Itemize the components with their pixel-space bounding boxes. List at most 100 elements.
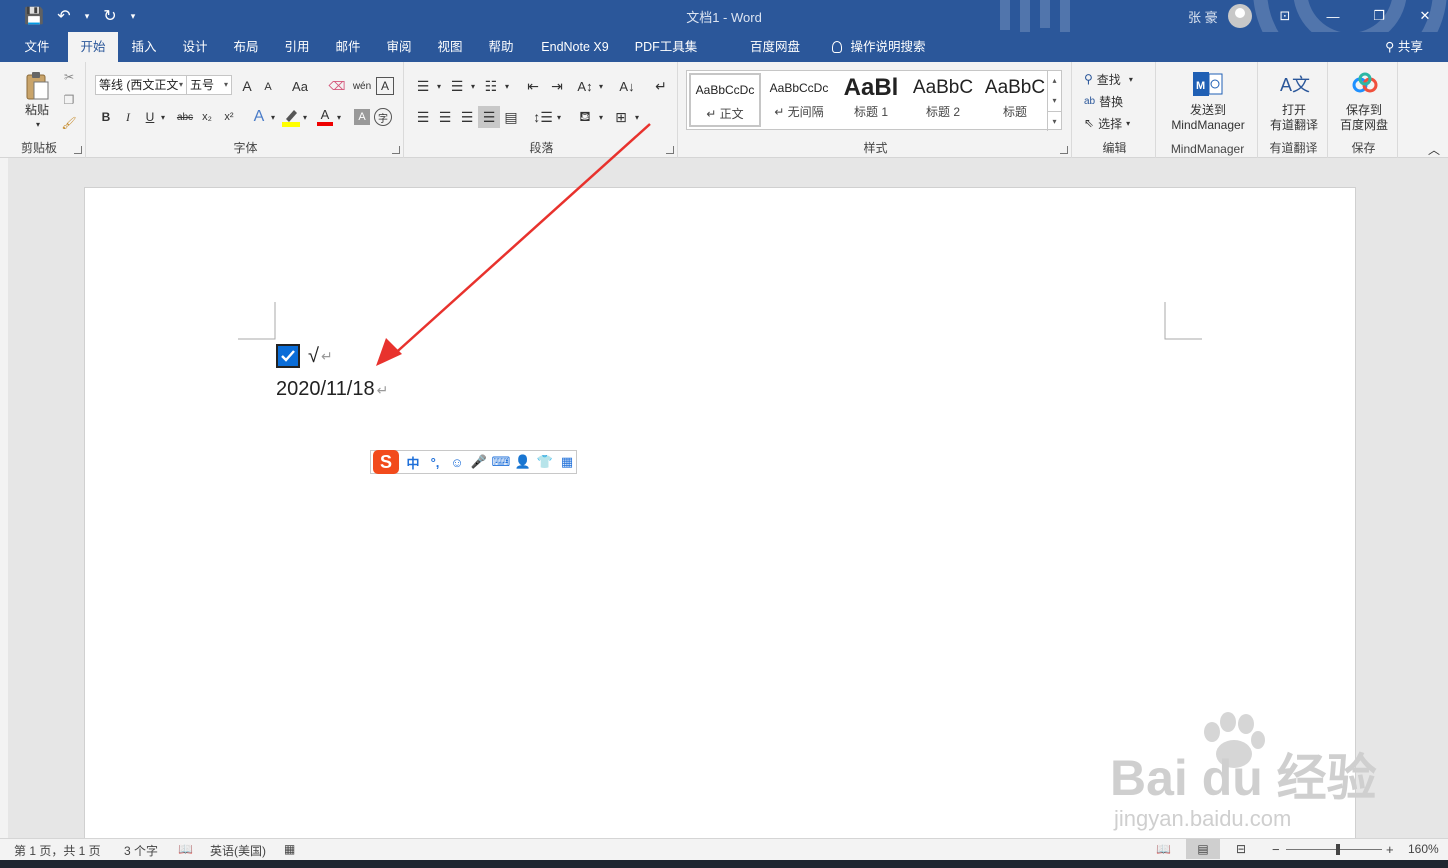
tab-pdf-tools[interactable]: PDF工具集: [630, 32, 702, 62]
ime-chinese-mode[interactable]: 中: [405, 453, 421, 472]
web-layout-icon[interactable]: ⊟: [1236, 842, 1246, 856]
style-normal[interactable]: AaBbCcDc ↵ 正文: [689, 73, 761, 127]
collapse-ribbon-icon[interactable]: ︿: [1426, 142, 1442, 157]
highlight-color-icon[interactable]: [282, 106, 300, 128]
bold-button[interactable]: B: [98, 107, 114, 127]
ime-keyboard-icon[interactable]: ⌨: [492, 454, 511, 470]
mindmanager-icon[interactable]: M: [1192, 70, 1224, 98]
tab-help[interactable]: 帮助: [479, 32, 523, 62]
save-to-baidu-button[interactable]: 保存到 百度网盘: [1330, 103, 1398, 133]
ime-toolbox-icon[interactable]: ▦: [559, 454, 575, 470]
multilevel-dropdown-icon[interactable]: ▾: [502, 76, 512, 96]
avatar[interactable]: [1228, 4, 1252, 28]
character-shading-icon[interactable]: A: [354, 109, 370, 125]
ribbon-display-options-button[interactable]: ⊡: [1262, 0, 1308, 32]
tab-design[interactable]: 设计: [173, 32, 217, 62]
send-to-mindmanager-button[interactable]: 发送到 MindManager: [1158, 103, 1258, 133]
style-no-spacing[interactable]: AaBbCcDc ↵ 无间隔: [763, 73, 835, 127]
font-color-dropdown-icon[interactable]: ▾: [334, 107, 344, 127]
decrease-indent-icon[interactable]: ⇤: [522, 76, 544, 96]
page-count[interactable]: 第 1 页，共 1 页: [14, 842, 101, 859]
underline-dropdown-icon[interactable]: ▾: [158, 107, 168, 127]
font-name-combo[interactable]: 等线 (西文正文 ▾: [95, 75, 187, 95]
select-button[interactable]: ⇖ 选择 ▾: [1084, 114, 1152, 132]
tab-home[interactable]: 开始: [68, 32, 118, 62]
tab-insert[interactable]: 插入: [122, 32, 166, 62]
close-button[interactable]: ✕: [1402, 0, 1448, 32]
read-mode-icon[interactable]: 📖: [1156, 842, 1171, 856]
grow-font-button[interactable]: A: [238, 76, 256, 96]
tab-baidu-netdisk[interactable]: 百度网盘: [742, 32, 808, 62]
gallery-more-icon[interactable]: ▾: [1047, 111, 1061, 131]
tab-view[interactable]: 视图: [428, 32, 472, 62]
ime-voice-icon[interactable]: 🎤: [471, 454, 487, 470]
numbering-icon[interactable]: ☰: [446, 76, 468, 96]
zoom-slider-thumb[interactable]: [1336, 844, 1340, 855]
paste-dropdown-icon[interactable]: ▾: [32, 119, 44, 129]
subscript-button[interactable]: x₂: [198, 107, 216, 127]
style-heading-1[interactable]: AaBl 标题 1: [835, 73, 907, 127]
ime-emoji-icon[interactable]: ☺: [449, 455, 465, 470]
print-layout-icon[interactable]: ▤: [1186, 839, 1220, 859]
proofing-icon[interactable]: 📖: [178, 842, 193, 856]
show-marks-icon[interactable]: ↵: [650, 76, 672, 96]
ime-skin-icon[interactable]: 👕: [537, 454, 553, 470]
paragraph-launcher-icon[interactable]: [666, 146, 674, 154]
chinese-layout-icon[interactable]: A↕: [574, 76, 596, 96]
zoom-level[interactable]: 160%: [1408, 842, 1439, 856]
share-button[interactable]: ⚲ 共享: [1376, 32, 1432, 62]
tell-me-search[interactable]: 操作说明搜索: [826, 32, 932, 62]
tab-review[interactable]: 审阅: [377, 32, 421, 62]
zoom-out-button[interactable]: −: [1272, 842, 1280, 857]
increase-indent-icon[interactable]: ⇥: [546, 76, 568, 96]
superscript-button[interactable]: x²: [220, 107, 238, 127]
change-case-button[interactable]: Aa: [286, 76, 314, 96]
tab-file[interactable]: 文件: [14, 32, 60, 62]
ime-user-icon[interactable]: 👤: [515, 454, 531, 470]
minimize-button[interactable]: —: [1310, 0, 1356, 32]
styles-launcher-icon[interactable]: [1060, 146, 1068, 154]
text-effects-dropdown-icon[interactable]: ▾: [268, 107, 278, 127]
replace-button[interactable]: ab 替换: [1084, 92, 1152, 110]
open-youdao-button[interactable]: 打开 有道翻译: [1260, 103, 1328, 133]
sogou-logo-icon[interactable]: S: [373, 450, 399, 474]
cut-icon[interactable]: ✂: [60, 68, 78, 86]
clipboard-launcher-icon[interactable]: [74, 146, 82, 154]
bullets-icon[interactable]: ☰: [412, 76, 434, 96]
paste-button[interactable]: 粘贴: [18, 103, 56, 118]
style-heading-2[interactable]: AaBbC 标题 2: [907, 73, 979, 127]
tab-mailings[interactable]: 邮件: [326, 32, 370, 62]
font-color-icon[interactable]: A: [316, 106, 334, 128]
word-count[interactable]: 3 个字: [124, 842, 158, 859]
style-title[interactable]: AaBbC 标题: [979, 73, 1051, 127]
find-button[interactable]: ⚲ 查找 ▾: [1084, 70, 1152, 88]
gallery-scroll-up-icon[interactable]: ▴: [1047, 71, 1061, 91]
zoom-in-button[interactable]: +: [1386, 842, 1394, 857]
sort-icon[interactable]: A↓: [616, 76, 638, 96]
doc-line-2[interactable]: 2020/11/18 ↵: [276, 378, 388, 401]
copy-icon[interactable]: ❐: [60, 91, 78, 109]
tab-references[interactable]: 引用: [275, 32, 319, 62]
chinese-layout-dropdown-icon[interactable]: ▾: [596, 76, 606, 96]
multilevel-list-icon[interactable]: ☷: [480, 76, 502, 96]
gallery-scroll-down-icon[interactable]: ▾: [1047, 91, 1061, 111]
highlight-dropdown-icon[interactable]: ▾: [300, 107, 310, 127]
language[interactable]: 英语(美国): [210, 842, 266, 859]
maximize-button[interactable]: ❐: [1356, 0, 1402, 32]
checkbox-checked-icon[interactable]: [276, 344, 300, 368]
ime-punctuation-icon[interactable]: °,: [427, 455, 443, 470]
doc-line-1[interactable]: √ ↵: [276, 342, 333, 370]
numbering-dropdown-icon[interactable]: ▾: [468, 76, 478, 96]
user-name[interactable]: 张 豪: [1188, 7, 1218, 26]
character-border-icon[interactable]: A: [376, 77, 394, 95]
tab-endnote[interactable]: EndNote X9: [534, 32, 616, 62]
underline-button[interactable]: U: [142, 107, 158, 127]
italic-button[interactable]: I: [120, 107, 136, 127]
phonetic-guide-icon[interactable]: wén: [352, 76, 372, 96]
font-size-combo[interactable]: 五号 ▾: [186, 75, 232, 95]
baidu-cloud-icon[interactable]: [1350, 70, 1380, 98]
bullets-dropdown-icon[interactable]: ▾: [434, 76, 444, 96]
zoom-slider-track[interactable]: [1286, 849, 1382, 850]
tab-layout[interactable]: 布局: [224, 32, 268, 62]
macro-record-icon[interactable]: ▦: [284, 842, 295, 856]
